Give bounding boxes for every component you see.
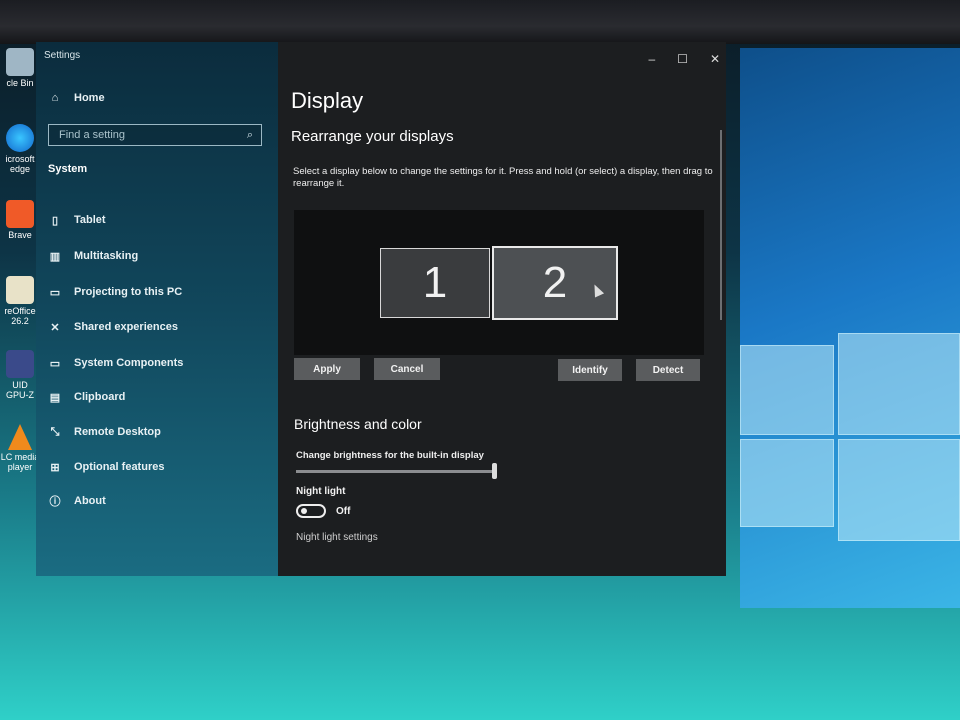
- brightness-slider-thumb[interactable]: [492, 463, 497, 479]
- vlc-icon: [8, 424, 32, 450]
- desktop-icon-gpuz[interactable]: UID GPU-Z: [0, 350, 40, 400]
- sidebar-item-optional-features[interactable]: ⊞ Optional features: [48, 461, 165, 474]
- sidebar-item-label: Multitasking: [74, 250, 139, 262]
- rearrange-description: Select a display below to change the set…: [293, 166, 713, 189]
- page-title: Display: [291, 88, 364, 113]
- display-settings-pane: – ☐ ✕ Display Rearrange your displays Se…: [278, 42, 726, 576]
- about-icon: ⓘ: [49, 496, 61, 508]
- desktop-icon-label: LC media player: [0, 452, 40, 472]
- night-light-label: Night light: [296, 486, 346, 497]
- projecting-icon: ▭: [49, 286, 61, 299]
- search-input[interactable]: [57, 128, 231, 142]
- app-title: Settings: [44, 50, 81, 61]
- remote-desktop-icon: ⤡: [50, 425, 60, 438]
- desktop-icon-libreoffice[interactable]: reOffice 26.2: [0, 276, 40, 326]
- sidebar-item-label: Tablet: [74, 214, 106, 226]
- identify-button[interactable]: Identify: [558, 359, 622, 381]
- recycle-bin-icon: [6, 48, 34, 76]
- sidebar-item-label: About: [74, 495, 106, 507]
- display-arrangement-area: 1 2: [294, 210, 704, 355]
- detect-button[interactable]: Detect: [636, 359, 700, 381]
- minimize-button[interactable]: –: [648, 52, 655, 66]
- multitasking-icon: ▥: [49, 250, 61, 263]
- brightness-slider-track[interactable]: [296, 470, 496, 473]
- display-number: 1: [422, 258, 448, 307]
- brave-icon: [6, 200, 34, 228]
- sidebar-item-label: Projecting to this PC: [74, 286, 183, 298]
- apply-button[interactable]: Apply: [294, 358, 360, 380]
- libreoffice-icon: [6, 276, 34, 304]
- sidebar-item-about[interactable]: ⓘ About: [48, 495, 106, 508]
- desktop-icon-edge[interactable]: icrosoft edge: [0, 124, 40, 174]
- scrollbar[interactable]: [720, 130, 722, 320]
- sidebar-item-label: Shared experiences: [74, 321, 178, 333]
- shared-experiences-icon: ✕: [50, 321, 60, 334]
- sidebar-item-multitasking[interactable]: ▥ Multitasking: [48, 250, 139, 263]
- sidebar-item-projecting[interactable]: ▭ Projecting to this PC: [48, 286, 183, 299]
- edge-icon: [6, 124, 34, 152]
- display-number: 2: [542, 258, 568, 307]
- display-1[interactable]: 1: [380, 248, 490, 318]
- desktop-icon-label: cle Bin: [6, 78, 34, 88]
- cancel-button[interactable]: Cancel: [374, 358, 440, 380]
- clipboard-icon: ▤: [49, 391, 61, 404]
- sidebar-item-label: Optional features: [74, 461, 165, 473]
- home-icon: ⌂: [51, 92, 59, 104]
- sidebar-item-label: Remote Desktop: [74, 426, 161, 438]
- sidebar-item-label: Home: [74, 92, 105, 104]
- sidebar-item-shared-experiences[interactable]: ✕ Shared experiences: [48, 321, 178, 334]
- maximize-button[interactable]: ☐: [677, 52, 688, 66]
- windows-logo-wallpaper: [740, 325, 960, 545]
- close-button[interactable]: ✕: [710, 52, 720, 66]
- settings-sidebar: Settings ⌂ Home ⌕ System ▯ Tablet ▥ Mult…: [36, 42, 278, 576]
- rearrange-heading: Rearrange your displays: [291, 128, 454, 145]
- search-icon[interactable]: ⌕: [247, 129, 253, 142]
- window-controls: – ☐ ✕: [648, 52, 720, 66]
- sidebar-item-clipboard[interactable]: ▤ Clipboard: [48, 391, 126, 404]
- desktop-icon-label: Brave: [8, 230, 32, 240]
- sidebar-item-label: Clipboard: [74, 391, 126, 403]
- settings-window: Settings ⌂ Home ⌕ System ▯ Tablet ▥ Mult…: [36, 42, 726, 576]
- section-label: System: [48, 163, 88, 175]
- sidebar-item-remote-desktop[interactable]: ⤡ Remote Desktop: [48, 425, 161, 439]
- system-components-icon: ▭: [49, 357, 61, 370]
- desktop-icon-label: UID GPU-Z: [6, 380, 34, 400]
- brightness-label: Change brightness for the built-in displ…: [296, 450, 484, 461]
- desktop-icon-brave[interactable]: Brave: [0, 200, 40, 240]
- sidebar-item-home[interactable]: ⌂ Home: [48, 92, 105, 104]
- sidebar-item-label: System Components: [74, 357, 184, 369]
- toggle-knob: [301, 508, 307, 514]
- night-light-settings-link[interactable]: Night light settings: [296, 532, 378, 543]
- optional-features-icon: ⊞: [50, 461, 60, 474]
- brightness-heading: Brightness and color: [294, 416, 422, 432]
- monitor-bezel: [0, 0, 960, 44]
- night-light-state: Off: [336, 506, 351, 517]
- gpuz-icon: [6, 350, 34, 378]
- desktop-icon-label: icrosoft edge: [5, 154, 35, 174]
- night-light-toggle[interactable]: [296, 504, 326, 518]
- sidebar-item-system-components[interactable]: ▭ System Components: [48, 357, 184, 370]
- desktop-icon-recycle-bin[interactable]: cle Bin: [0, 48, 40, 88]
- tablet-icon: ▯: [51, 214, 59, 227]
- sidebar-item-tablet[interactable]: ▯ Tablet: [48, 214, 106, 227]
- search-box[interactable]: ⌕: [48, 124, 262, 146]
- desktop-icon-vlc[interactable]: LC media player: [0, 424, 40, 472]
- desktop-icon-label: reOffice 26.2: [4, 306, 36, 326]
